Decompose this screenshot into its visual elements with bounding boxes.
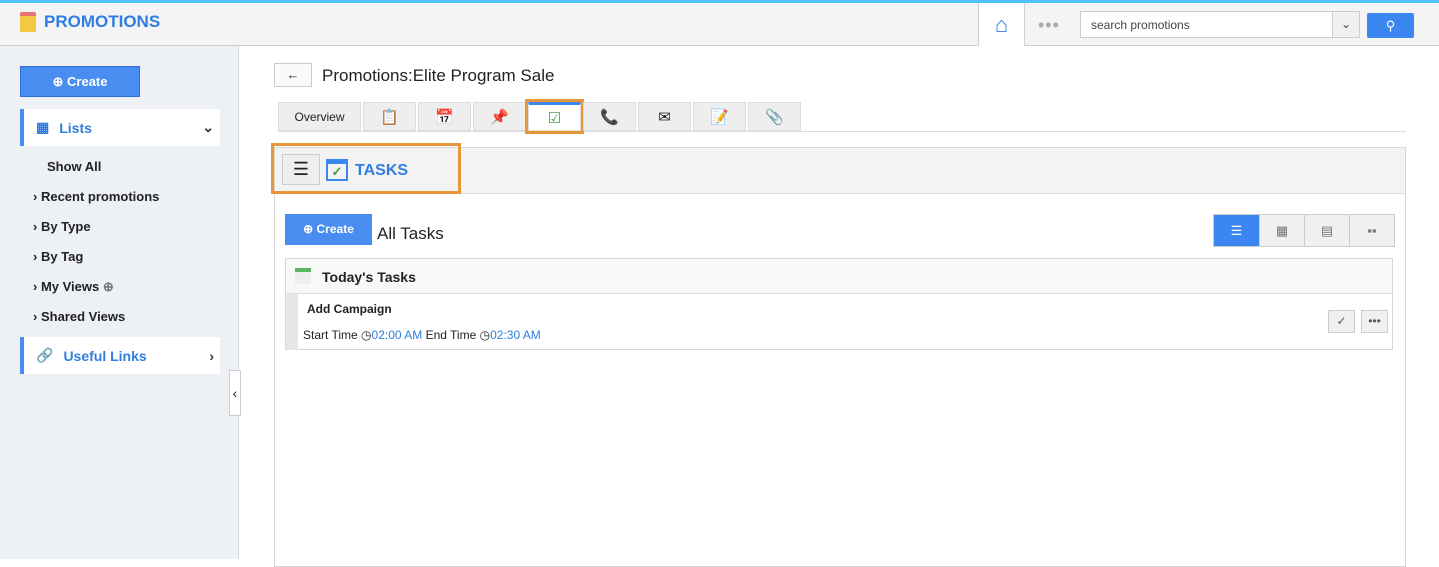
tasks-icon: ✓ <box>326 159 348 181</box>
search-button[interactable]: ⚲ <box>1367 13 1414 38</box>
chevron-down-icon: ⌄ <box>202 119 214 135</box>
lists-label: Lists <box>59 119 92 136</box>
page-title: Promotions:Elite Program Sale <box>322 66 555 85</box>
nav-by-tag[interactable]: › By Tag <box>33 249 83 264</box>
nav-label: Shared Views <box>40 309 126 324</box>
calendar-icon: 📅 <box>435 108 454 126</box>
nav-label: My Views <box>40 279 100 294</box>
clock-icon: ◷ <box>479 328 491 342</box>
search-input[interactable]: search promotions ⌄ <box>1080 11 1360 38</box>
shopping-bag-icon <box>20 12 36 32</box>
tab-overview[interactable]: Overview <box>278 102 361 131</box>
tab-email[interactable]: ✉ <box>638 102 691 131</box>
tab-bar: Overview 📋 📅 📌 ☑ 📞 ✉ 📝 📎 <box>278 99 1406 134</box>
chevron-right-icon: › <box>209 347 214 364</box>
task-check-icon: ☑ <box>547 109 562 127</box>
tasks-heading: All Tasks <box>377 224 444 243</box>
add-view-icon[interactable]: ⊕ <box>103 279 114 294</box>
calendar-icon <box>295 268 311 284</box>
list-view-button[interactable]: ☰ <box>1214 215 1259 246</box>
lists-section[interactable]: ▦ Lists ⌄ <box>20 109 220 146</box>
task-times: Start Time ◷02:00 AM End Time ◷02:30 AM <box>303 328 541 342</box>
home-button[interactable]: ⌂ <box>978 3 1025 46</box>
hamburger-menu-button[interactable]: ☰ <box>282 154 320 185</box>
tab-pin[interactable]: 📌 <box>473 102 526 131</box>
useful-links-section[interactable]: 🔗 Useful Links › <box>20 337 220 374</box>
create-label: Create <box>67 74 108 89</box>
group-title: Today's Tasks <box>322 269 416 285</box>
main-content: ← Promotions:Elite Program Sale Overview… <box>240 46 1439 567</box>
create-task-button[interactable]: ⊕ Create <box>285 214 372 245</box>
tab-calendar[interactable]: 📅 <box>418 102 471 131</box>
nav-label: By Type <box>40 219 91 234</box>
create-label: Create <box>316 222 354 236</box>
create-button[interactable]: ⊕ Create <box>20 66 140 97</box>
nav-recent[interactable]: › Recent promotions <box>33 189 159 204</box>
nav-by-type[interactable]: › By Type <box>33 219 91 234</box>
nav-label: Recent promotions <box>40 189 160 204</box>
tasks-header: ☰ ✓ TASKS <box>271 143 1405 194</box>
nav-my-views[interactable]: › My Views ⊕ <box>33 279 114 295</box>
tab-tasks[interactable]: ☑ <box>525 99 584 134</box>
useful-links-label: Useful Links <box>63 347 147 364</box>
envelope-icon: ✉ <box>658 108 671 126</box>
kanban-view-button[interactable]: ▪▪ <box>1349 215 1394 246</box>
more-icon[interactable]: ••• <box>1038 15 1060 36</box>
app-logo[interactable]: PROMOTIONS <box>20 12 160 32</box>
note-icon: 📝 <box>710 108 729 126</box>
details-icon: 📋 <box>380 108 399 126</box>
nav-show-all[interactable]: Show All <box>47 159 101 174</box>
tab-calls[interactable]: 📞 <box>583 102 636 131</box>
chevron-down-icon[interactable]: ⌄ <box>1332 12 1359 37</box>
start-label: Start Time <box>303 328 358 342</box>
attachment-icon: 📎 <box>765 108 784 126</box>
task-row[interactable]: Add Campaign Start Time ◷02:00 AM End Ti… <box>286 294 1392 350</box>
tab-notes[interactable]: 📝 <box>693 102 746 131</box>
todays-tasks-group: Today's Tasks Add Campaign Start Time ◷0… <box>285 258 1393 350</box>
link-icon: 🔗 <box>36 347 54 363</box>
task-name[interactable]: Add Campaign <box>307 302 392 316</box>
grid-icon: ▦ <box>36 119 50 135</box>
top-bar: PROMOTIONS ⌂ ••• search promotions ⌄ ⚲ <box>0 0 1439 46</box>
calendar-view-button[interactable]: ▦ <box>1259 215 1304 246</box>
tasks-panel: ☰ ✓ TASKS ⊕ Create All Tasks ☰ ▦ ▤ ▪▪ To… <box>271 143 1406 567</box>
app-title: PROMOTIONS <box>44 12 161 31</box>
end-time: 02:30 AM <box>490 328 541 342</box>
tab-attachments[interactable]: 📎 <box>748 102 801 131</box>
view-switcher: ☰ ▦ ▤ ▪▪ <box>1213 214 1395 247</box>
search-placeholder: search promotions <box>1091 18 1190 32</box>
table-view-button[interactable]: ▤ <box>1304 215 1349 246</box>
complete-task-button[interactable]: ✓ <box>1328 310 1355 333</box>
more-actions-button[interactable]: ••• <box>1361 310 1388 333</box>
sidebar: ⊕ Create ▦ Lists ⌄ Show All › Recent promo… <box>0 46 239 559</box>
pin-icon: 📌 <box>490 108 509 126</box>
clock-icon: ◷ <box>361 328 372 342</box>
nav-label: By Tag <box>40 249 84 264</box>
nav-shared-views[interactable]: › Shared Views <box>33 309 125 324</box>
phone-icon: 📞 <box>600 108 619 126</box>
start-time: 02:00 AM <box>371 328 423 342</box>
end-label: End Time <box>425 328 477 342</box>
tab-details[interactable]: 📋 <box>363 102 416 131</box>
back-button[interactable]: ← <box>274 63 312 87</box>
section-title: TASKS <box>355 162 409 179</box>
